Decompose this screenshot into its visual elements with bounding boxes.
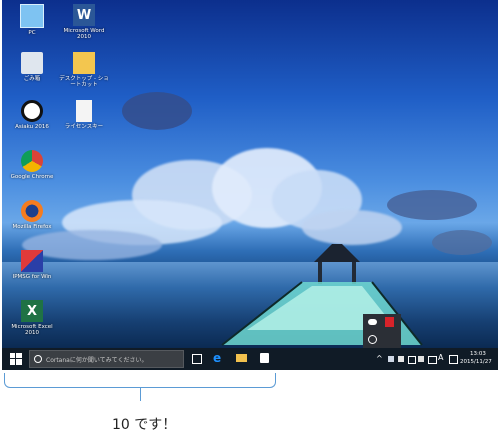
desktop-shortcut-label: Google Chrome xyxy=(10,174,54,180)
desktop-shortcut[interactable]: Mozilla Firefox xyxy=(6,200,58,230)
tray-icon-1[interactable] xyxy=(388,356,394,362)
word-icon: W xyxy=(73,4,95,26)
desktop-shortcut[interactable]: ごみ箱 xyxy=(6,52,58,82)
desktop-shortcut[interactable]: W Microsoft Word 2010 xyxy=(58,4,110,40)
tray-icon-2[interactable] xyxy=(398,356,404,362)
cortana-circle-icon xyxy=(34,355,42,363)
chrome-icon xyxy=(21,150,43,172)
desktop-shortcut[interactable]: デスクトップ - ショートカット xyxy=(58,52,110,88)
folder-taskbar-icon xyxy=(236,354,247,362)
desktop-shortcut-label: Microsoft Excel 2010 xyxy=(11,324,53,336)
edge-icon: e xyxy=(213,351,222,365)
pc-icon xyxy=(20,4,44,28)
desktop-shortcut-label: IPMSG for Win xyxy=(12,274,52,280)
store-bag-icon xyxy=(260,353,269,363)
desktop-screen: PC W Microsoft Word 2010 ごみ箱 デスクトップ - ショートカッ… xyxy=(2,0,498,370)
clock-time[interactable]: 13:03 xyxy=(470,351,486,357)
clock-date[interactable]: 2015/11/27 xyxy=(460,359,492,365)
desktop-shortcut[interactable]: Asiaku 2016 xyxy=(6,100,58,130)
edge-button[interactable]: e xyxy=(213,352,225,366)
desktop-shortcut-label: PC xyxy=(28,30,36,36)
ipmsg-icon xyxy=(21,250,43,272)
start-button[interactable] xyxy=(10,353,22,365)
file-explorer-button[interactable] xyxy=(236,352,248,366)
desktop-shortcut[interactable]: X Microsoft Excel 2010 xyxy=(6,300,58,336)
cloud-tray-icon[interactable] xyxy=(368,319,377,325)
acrobat-tray-icon[interactable] xyxy=(385,317,394,327)
volume-icon[interactable] xyxy=(418,356,424,362)
bracket-pointer-line xyxy=(140,387,141,401)
taskbar: Cortanaに何か聞いてみてください。 e ^ A 13:03 2015/11… xyxy=(2,348,498,370)
windows-logo-icon xyxy=(10,353,22,365)
desktop-shortcut[interactable]: PC xyxy=(6,4,58,36)
desktop-shortcut[interactable]: Google Chrome xyxy=(6,150,58,180)
desktop-shortcut[interactable]: IPMSG for Win xyxy=(6,250,58,280)
desktop-shortcut-label: Asiaku 2016 xyxy=(15,124,49,130)
action-center-icon[interactable] xyxy=(428,356,437,364)
keyboard-icon[interactable] xyxy=(449,355,458,364)
tray-overflow-popup xyxy=(363,314,401,348)
cortana-search-box[interactable]: Cortanaに何か聞いてみてください。 xyxy=(29,350,184,368)
desktop-shortcut-label: ごみ箱 xyxy=(23,76,41,82)
taskbar-highlight-bracket xyxy=(4,373,276,388)
app-2016-icon xyxy=(21,100,43,122)
store-button[interactable] xyxy=(260,352,272,366)
ime-indicator[interactable]: A xyxy=(438,353,443,362)
folder-icon xyxy=(73,52,95,74)
desktop-shortcut-label: デスクトップ - ショートカット xyxy=(59,76,109,88)
firefox-icon xyxy=(21,200,43,222)
sync-tray-icon[interactable] xyxy=(368,335,377,344)
tray-chevron-icon[interactable]: ^ xyxy=(376,354,383,363)
license-doc-icon xyxy=(76,100,92,122)
recycle-bin-icon xyxy=(21,52,43,74)
annotation-caption: 10 です！ xyxy=(112,417,177,433)
desktop-shortcut[interactable]: ライセンスキー xyxy=(58,100,110,130)
task-view-button[interactable] xyxy=(192,352,202,366)
network-icon[interactable] xyxy=(408,356,416,364)
search-placeholder: Cortanaに何か聞いてみてください。 xyxy=(46,357,148,364)
excel-icon: X xyxy=(21,300,43,322)
desktop-shortcut-label: ライセンスキー xyxy=(64,124,104,130)
desktop-shortcut-label: Mozilla Firefox xyxy=(12,224,52,230)
desktop-shortcut-label: Microsoft Word 2010 xyxy=(63,28,105,40)
task-view-icon xyxy=(192,354,202,364)
